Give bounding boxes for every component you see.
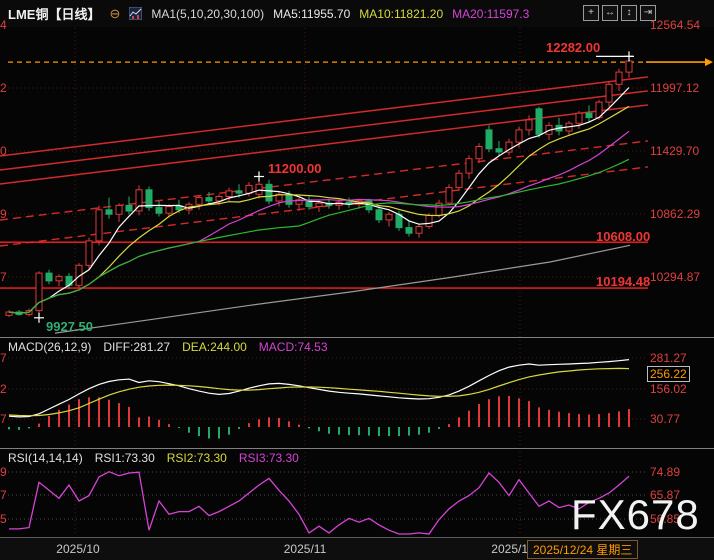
- left-axis-clipped-digit: 7: [0, 412, 7, 426]
- price-annotation: 12282.00: [546, 40, 600, 55]
- pan-tool-button[interactable]: +: [583, 5, 599, 21]
- watermark: FX678: [571, 494, 700, 536]
- macd-axis-label: 156.02: [650, 382, 687, 396]
- macd-axis-label: 281.27: [650, 351, 687, 365]
- left-axis-clipped-digit: 9: [0, 465, 7, 479]
- symbol-title: LME铜【日线】: [8, 4, 100, 23]
- left-axis-clipped-digit: 7: [0, 270, 7, 284]
- price-axis-label: 11997.12: [650, 81, 699, 95]
- price-annotation: 9927.50: [46, 319, 93, 334]
- macd-diff-label: DIFF:281.27: [103, 340, 170, 354]
- zoom-x-axis-button[interactable]: ↔: [602, 5, 618, 21]
- candlestick-series: [6, 56, 632, 317]
- current-price-arrow-icon: [705, 58, 713, 66]
- rsi-title: RSI(14,14,14): [8, 451, 83, 465]
- panel-dividers: [0, 338, 714, 449]
- price-axis-label: 10862.29: [650, 207, 700, 221]
- ma10-value-label: MA10:11821.20: [359, 7, 443, 21]
- macd-panel-header: MACD(26,12,9) DIFF:281.27 DEA:244.00 MAC…: [8, 340, 328, 354]
- chart-type-icon[interactable]: [129, 7, 142, 20]
- x-axis-month-label: 2025/11: [284, 542, 327, 556]
- rsi3-label: RSI3:73.30: [239, 451, 299, 465]
- rsi-panel-header: RSI(14,14,14) RSI1:73.30 RSI2:73.30 RSI3…: [8, 451, 299, 465]
- collapse-icon[interactable]: ⊖: [109, 6, 120, 22]
- ma100-line: [55, 245, 630, 333]
- current-date-box: 2025/12/24 星期三: [527, 540, 638, 559]
- price-annotation: 11200.00: [268, 161, 322, 176]
- macd-axis-label: 256.22: [647, 366, 690, 382]
- chart-window: LME铜【日线】 ⊖ MA1(5,10,20,30,100) MA5:11955…: [0, 0, 714, 560]
- macd-dea-label: DEA:244.00: [182, 340, 247, 354]
- price-axis-label: 11429.70: [650, 144, 699, 158]
- chart-toolbar: +↔↕⇥: [583, 5, 656, 21]
- macd-histogram: [9, 396, 629, 439]
- macd-lines: [9, 360, 629, 417]
- left-axis-clipped-digit: 5: [0, 512, 7, 526]
- price-annotation: 10194.48: [596, 274, 650, 289]
- rsi2-label: RSI2:73.30: [167, 451, 227, 465]
- price-annotation: 10608.00: [596, 229, 650, 244]
- ma5-value-label: MA5:11955.70: [273, 7, 350, 21]
- left-axis-clipped-digit: 0: [0, 144, 7, 158]
- left-axis-clipped-digit: 7: [0, 488, 7, 502]
- price-axis-label: 10294.87: [650, 270, 700, 284]
- rsi1-label: RSI1:73.30: [95, 451, 155, 465]
- left-axis-clipped-digit: 2: [0, 382, 7, 396]
- left-axis-clipped-digit: 9: [0, 207, 7, 221]
- x-axis-month-label: 2025/10: [56, 542, 99, 556]
- price-axis-label: 12564.54: [650, 18, 700, 32]
- ma20-value-label: MA20:11597.3: [452, 7, 529, 21]
- left-axis-clipped-digit: 2: [0, 81, 7, 95]
- left-axis-clipped-digit: 4: [0, 18, 7, 32]
- macd-axis-label: 30.77: [650, 412, 680, 426]
- ma-settings-label: MA1(5,10,20,30,100): [151, 7, 264, 21]
- macd-macd-label: MACD:74.53: [259, 340, 328, 354]
- left-axis-clipped-digit: 7: [0, 351, 7, 365]
- rsi-axis-label: 74.89: [650, 465, 680, 479]
- macd-title: MACD(26,12,9): [8, 340, 91, 354]
- x-axis-bar: 2025/102025/112025/122025/12/24 星期三: [0, 537, 714, 560]
- zoom-y-axis-button[interactable]: ↕: [621, 5, 637, 21]
